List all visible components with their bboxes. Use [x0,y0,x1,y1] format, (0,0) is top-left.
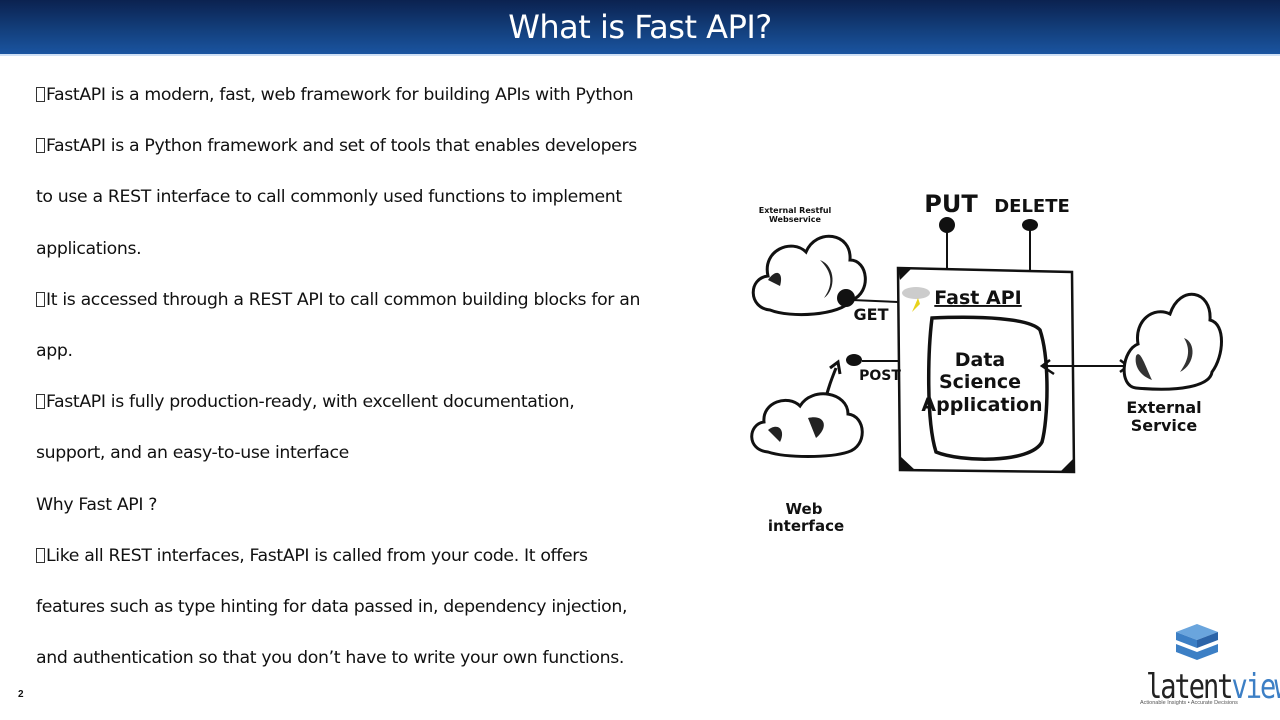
science-label: Science [939,371,1021,393]
slide-body: FastAPI is a modern, fast, web framework… [36,80,686,694]
web-label: Web [786,500,823,518]
post-label: POST [859,368,901,384]
text-line: app. [36,336,686,387]
missing-glyph-bullet-icon [36,138,45,154]
external-service-cloud-icon [1122,293,1223,391]
latentview-logo: latentview Actionable Insights • Accurat… [1140,622,1280,712]
delete-label: DELETE [994,196,1070,217]
put-endpoint-dot [939,217,955,233]
logo-word-view: view [1231,668,1280,707]
external-restful-label: External Restful [759,206,832,215]
put-label: PUT [924,190,978,218]
bullet-line: FastAPI is fully production-ready, with … [36,387,686,438]
line-text: app. [36,340,73,361]
interface-label: interface [768,517,844,535]
text-line: Why Fast API ? [36,490,686,541]
line-text: FastAPI is fully production-ready, with … [46,392,575,413]
text-line: and authentication so that you don’t hav… [36,643,686,694]
text-line: features such as type hinting for data p… [36,592,686,643]
service-label: Service [1131,416,1198,435]
line-text: Why Fast API ? [36,494,158,515]
missing-glyph-bullet-icon [36,547,45,563]
line-text: to use a REST interface to call commonly… [36,187,622,208]
line-text: FastAPI is a modern, fast, web framework… [46,85,634,105]
bullet-line: FastAPI is a Python framework and set of… [36,131,686,182]
missing-glyph-bullet-icon [36,394,45,410]
line-text: and authentication so that you don’t hav… [36,648,625,669]
get-endpoint-dot [837,289,855,307]
data-label: Data [955,349,1006,371]
application-label: Application [921,394,1042,416]
fastapi-architecture-diagram: External Restful Webservice PUT DELETE F… [750,190,1223,535]
page-number: 2 [18,689,24,700]
post-endpoint-dot [846,354,862,366]
line-text: features such as type hinting for data p… [36,596,628,617]
logo-cube-icon [1176,624,1218,660]
bullet-line: Like all REST interfaces, FastAPI is cal… [36,541,686,592]
missing-glyph-bullet-icon [36,291,45,307]
text-line: applications. [36,234,686,285]
line-text: applications. [36,238,142,259]
bullet-line: It is accessed through a REST API to cal… [36,285,686,336]
text-line: support, and an easy-to-use interface [36,438,686,489]
bullet-line: FastAPI is a modern, fast, web framework… [36,80,686,131]
title-bar: What is Fast API? [0,0,1280,56]
external-label: External [1126,398,1201,417]
webservice-label: Webservice [769,215,822,224]
missing-glyph-bullet-icon [36,87,45,102]
fastapi-label: Fast API [934,287,1021,309]
slide-title: What is Fast API? [508,8,772,46]
delete-endpoint-dot [1022,219,1038,231]
web-interface-cloud-icon [750,392,864,458]
get-label: GET [854,305,889,324]
line-text: It is accessed through a REST API to cal… [46,289,641,310]
line-text: Like all REST interfaces, FastAPI is cal… [46,545,588,566]
logo-tagline: Actionable Insights • Accurate Decisions [1140,700,1238,706]
text-line: to use a REST interface to call commonly… [36,182,686,233]
line-text: FastAPI is a Python framework and set of… [46,136,637,157]
line-text: support, and an easy-to-use interface [36,443,349,464]
